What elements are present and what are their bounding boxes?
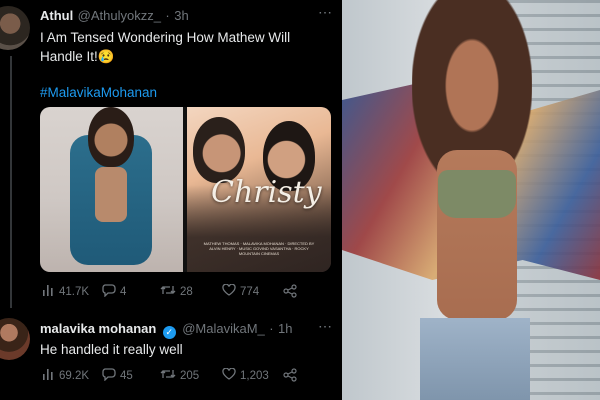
- reply-icon: [102, 284, 116, 300]
- reply-action[interactable]: 4: [102, 284, 126, 300]
- share-action[interactable]: [283, 284, 297, 301]
- poster-credits: MATHEW THOMAS · MALAVIKA MOHANAN · DIREC…: [203, 241, 315, 256]
- reply-reply-action[interactable]: 45: [102, 368, 133, 384]
- like-count: 774: [240, 285, 260, 298]
- reply-retweet-action[interactable]: 205: [160, 368, 199, 383]
- dot-separator: ·: [269, 321, 274, 336]
- reply-like-action[interactable]: 1,203: [222, 367, 269, 383]
- reply-more-icon[interactable]: ⋯: [318, 318, 333, 335]
- retweet-count: 28: [180, 285, 193, 298]
- reply-count: 4: [120, 286, 127, 298]
- retweet-action[interactable]: 28: [160, 284, 193, 299]
- author-name[interactable]: Athul: [40, 8, 73, 23]
- reply-like-count: 1,203: [240, 369, 269, 382]
- dot-separator: ·: [165, 8, 170, 23]
- figure-head: [88, 107, 134, 167]
- retweet-icon: [160, 284, 176, 299]
- tweet-header: Athul @Athulyokzz_ · 3h: [40, 7, 189, 25]
- poster-title: Christy: [211, 175, 322, 210]
- photo-panel: [342, 0, 600, 400]
- reply-views-count: 69.2K: [59, 369, 90, 382]
- analytics-icon: [42, 284, 55, 299]
- avatar[interactable]: [0, 6, 30, 50]
- sage-top: [438, 170, 516, 218]
- reply-icon: [102, 368, 116, 384]
- views-count: 41.7K: [59, 285, 90, 298]
- reply-reply-count: 45: [120, 370, 133, 382]
- reply-timestamp[interactable]: 1h: [278, 321, 292, 336]
- reply-author-name[interactable]: malavika mohanan: [40, 321, 156, 336]
- poster-figure-left: [193, 117, 245, 183]
- tweet-text: I Am Tensed Wondering How Mathew Will Ha…: [40, 30, 291, 64]
- more-icon[interactable]: ⋯: [318, 4, 333, 21]
- like-icon: [222, 367, 236, 383]
- media-image-2[interactable]: Christy MATHEW THOMAS · MALAVIKA MOHANAN…: [187, 107, 331, 272]
- analytics-icon: [42, 368, 55, 383]
- tweet-thread-panel: Athul @Athulyokzz_ · 3h ⋯ I Am Tensed Wo…: [0, 0, 342, 400]
- timestamp[interactable]: 3h: [174, 8, 188, 23]
- share-icon: [283, 368, 297, 385]
- thread-connector-line: [10, 56, 12, 308]
- reply-avatar[interactable]: [0, 318, 30, 360]
- hashtag-link[interactable]: #MalavikaMohanan: [40, 85, 157, 100]
- figure-torso: [95, 167, 127, 222]
- verified-icon: ✓: [162, 326, 176, 339]
- like-action[interactable]: 774: [222, 283, 260, 299]
- tweet-media[interactable]: Christy MATHEW THOMAS · MALAVIKA MOHANAN…: [40, 107, 331, 272]
- reply-author-handle[interactable]: @MalavikaM_: [182, 321, 265, 336]
- reply-header: malavika mohanan ✓ @MalavikaM_ · 1h: [40, 320, 293, 339]
- media-image-1[interactable]: [40, 107, 183, 272]
- like-icon: [222, 283, 236, 299]
- retweet-icon: [160, 368, 176, 383]
- views-action[interactable]: 41.7K: [42, 284, 89, 299]
- denim-jeans: [420, 318, 530, 400]
- reply-text: He handled it really well: [40, 342, 183, 357]
- reply-views-action[interactable]: 69.2K: [42, 368, 89, 383]
- reply-retweet-count: 205: [180, 369, 200, 382]
- reply-share-action[interactable]: [283, 368, 297, 385]
- author-handle[interactable]: @Athulyokzz_: [78, 8, 161, 23]
- share-icon: [283, 284, 297, 301]
